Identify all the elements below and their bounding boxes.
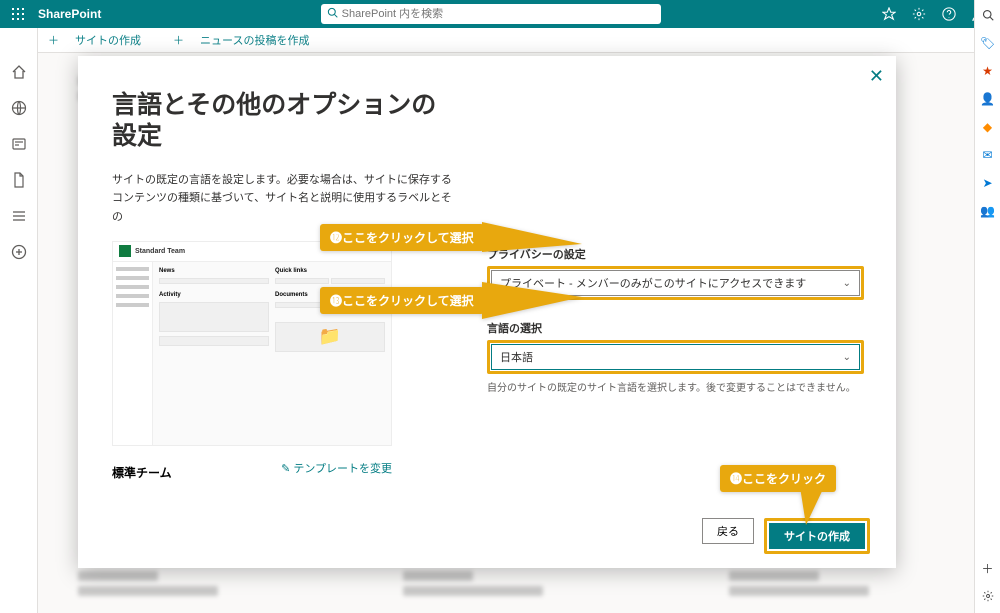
plus-icon[interactable]: ＋: [981, 561, 995, 575]
callout-12: ⓬ここをクリックして選択: [320, 222, 582, 252]
pencil-icon: ✎: [281, 462, 290, 475]
suite-bar: SharePoint: [0, 0, 1000, 28]
person-icon[interactable]: 👤: [981, 92, 995, 106]
search-input[interactable]: [342, 8, 655, 20]
language-hint: 自分のサイトの既定のサイト言語を選択します。後で変更することはできません。: [487, 379, 864, 394]
help-icon[interactable]: [940, 5, 958, 23]
callout-13: ⓭ここをクリックして選択: [320, 282, 582, 319]
back-button[interactable]: 戻る: [702, 518, 754, 544]
create-icon[interactable]: [10, 243, 28, 261]
home-icon[interactable]: [10, 63, 28, 81]
tag-icon[interactable]: 🏷: [981, 36, 995, 50]
language-dropdown[interactable]: 日本語 ⌄: [491, 344, 860, 370]
create-site-button[interactable]: サイトの作成: [769, 523, 865, 549]
callout-14: ⓮ここをクリック: [720, 465, 836, 492]
change-template-link[interactable]: ✎ テンプレートを変更: [281, 460, 392, 476]
teams-icon[interactable]: 👥: [981, 204, 995, 218]
left-rail: [0, 28, 38, 613]
globe-icon[interactable]: [10, 99, 28, 117]
app-launcher-icon[interactable]: [8, 8, 28, 20]
settings-icon[interactable]: [910, 5, 928, 23]
lists-icon[interactable]: [10, 207, 28, 225]
premium-icon[interactable]: [880, 5, 898, 23]
orange-icon[interactable]: ◆: [981, 120, 995, 134]
gear-icon[interactable]: [981, 589, 995, 603]
files-icon[interactable]: [10, 171, 28, 189]
modal-description: サイトの既定の言語を設定します。必要な場合は、サイトに保存するコンテンツの種類に…: [112, 171, 461, 227]
right-sidebar: 🏷 ★ 👤 ◆ ✉ ➤ 👥 ＋: [974, 0, 1000, 613]
search-icon[interactable]: [981, 8, 995, 22]
news-icon[interactable]: [10, 135, 28, 153]
template-preview: Standard Team News Activity Quick links: [112, 241, 392, 446]
chevron-down-icon: ⌄: [843, 278, 851, 289]
star-icon[interactable]: ★: [981, 64, 995, 78]
search-box[interactable]: [321, 4, 661, 24]
outlook-icon[interactable]: ✉: [981, 148, 995, 162]
language-label: 言語の選択: [487, 320, 864, 336]
search-icon: [327, 7, 338, 21]
send-icon[interactable]: ➤: [981, 176, 995, 190]
suite-title[interactable]: SharePoint: [38, 7, 101, 21]
chevron-down-icon: ⌄: [843, 352, 851, 363]
template-name: 標準チーム: [112, 464, 172, 481]
modal-title: 言語とその他のオプションの設定: [112, 90, 461, 153]
